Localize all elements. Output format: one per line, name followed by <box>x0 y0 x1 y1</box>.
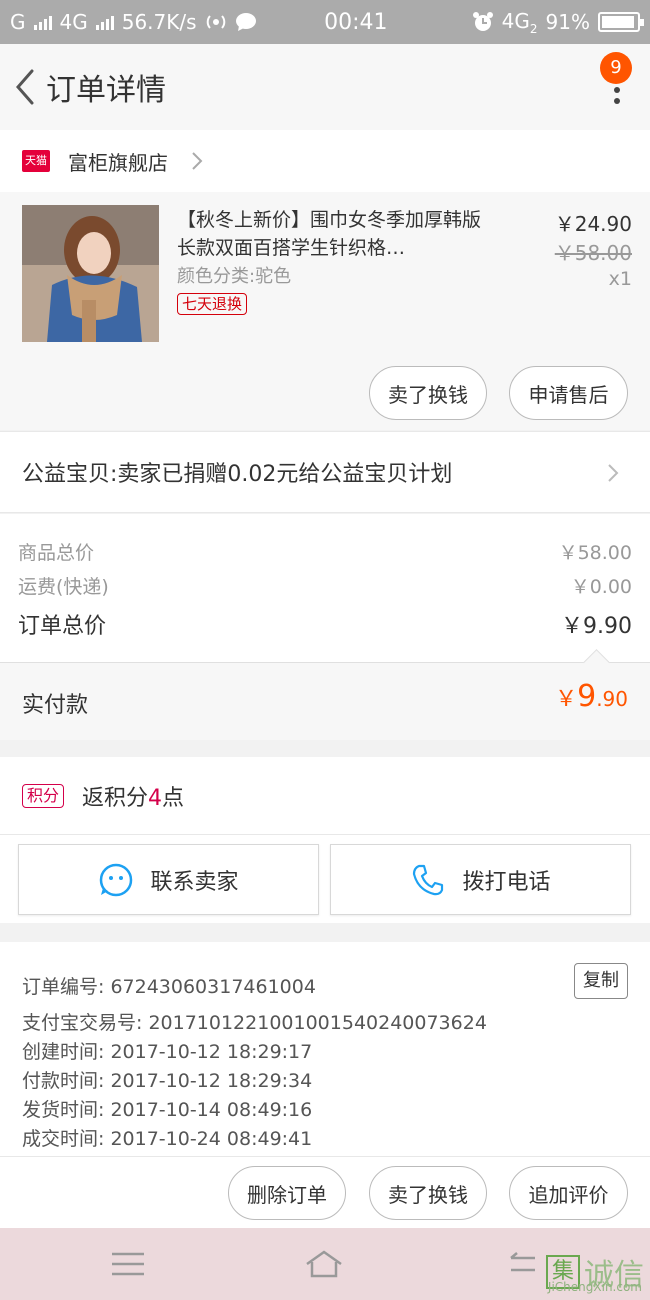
product-title[interactable]: 【秋冬上新价】围巾女冬季加厚韩版长款双面百搭学生针织格… <box>177 206 497 262</box>
chat-face-icon <box>100 863 133 896</box>
call-phone-label: 拨打电话 <box>462 869 551 895</box>
tmall-logo: 天猫 <box>22 150 50 172</box>
order-total-label: 订单总价 <box>18 614 107 639</box>
goods-total-row: 商品总价 ￥58.00 <box>18 538 632 565</box>
call-phone-button[interactable]: 拨打电话 <box>330 844 631 915</box>
shipping-row: 运费(快递) ￥0.00 <box>18 572 632 599</box>
price-summary: 商品总价 ￥58.00 运费(快递) ￥0.00 订单总价 ￥9.90 <box>0 514 650 662</box>
order-total-row: 订单总价 ￥9.90 <box>18 608 632 640</box>
item-price: ￥24.90 <box>554 212 632 236</box>
chevron-left-icon <box>16 69 34 105</box>
status-bar: G 4G 56.7K/s 00:41 4G2 91% <box>0 0 650 44</box>
network-type-label: 4G <box>501 8 530 33</box>
contact-seller-label: 联系卖家 <box>150 869 239 895</box>
sell-for-cash-button[interactable]: 卖了换钱 <box>369 366 487 420</box>
page-title: 订单详情 <box>46 73 166 108</box>
battery-icon <box>598 12 644 32</box>
charity-row[interactable]: 公益宝贝:卖家已捐赠0.02元给公益宝贝计划 <box>0 431 650 513</box>
created-time: 创建时间: 2017-10-12 18:29:17 <box>22 1041 313 1063</box>
product-sku: 颜色分类:驼色 <box>177 266 292 287</box>
alipay-trade-number: 支付宝交易号: 2017101221001001540240073624 <box>22 1012 487 1034</box>
amount-integer: 9 <box>577 679 597 714</box>
points-prefix: 返积分 <box>82 785 149 811</box>
alarm-icon <box>472 12 493 31</box>
shipping-value: ￥0.00 <box>570 576 632 598</box>
network-type: 4G2 <box>502 9 538 36</box>
currency-symbol: ￥ <box>555 687 578 712</box>
points-tag: 积分 <box>22 783 65 808</box>
system-nav-bar: 集 诚信 JiChengXin.com <box>0 1228 650 1300</box>
signal-icon-2 <box>95 14 114 30</box>
sell-for-cash-button-bottom[interactable]: 卖了换钱 <box>369 1166 487 1220</box>
completed-time: 成交时间: 2017-10-24 08:49:41 <box>22 1128 313 1150</box>
add-review-button[interactable]: 追加评价 <box>509 1166 628 1220</box>
dot <box>614 98 620 104</box>
contact-bar: 联系卖家 拨打电话 <box>0 835 650 923</box>
hotspot-icon <box>206 15 225 29</box>
actual-payment-label: 实付款 <box>22 693 89 718</box>
dot <box>614 87 620 93</box>
paid-time: 付款时间: 2017-10-12 18:29:34 <box>22 1070 313 1092</box>
battery-percent: 91% <box>545 10 590 34</box>
seven-day-return-tag: 七天退换 <box>177 293 248 315</box>
network-label: 4G <box>59 10 88 34</box>
points-number: 4 <box>148 785 163 811</box>
sim-slot-label: 2 <box>529 21 538 36</box>
product-image[interactable] <box>22 205 159 342</box>
chevron-right-icon <box>192 152 203 170</box>
item-quantity: x1 <box>608 268 632 290</box>
points-suffix: 点 <box>162 785 185 811</box>
order-item[interactable]: 【秋冬上新价】围巾女冬季加厚韩版长款双面百搭学生针织格… 颜色分类:驼色 七天退… <box>0 192 650 430</box>
order-total-value: ￥9.90 <box>561 614 632 639</box>
phone-icon <box>413 864 444 895</box>
after-sale-button[interactable]: 申请售后 <box>509 366 628 420</box>
back-button[interactable] <box>2 44 46 130</box>
menu-icon[interactable] <box>108 1248 148 1280</box>
carrier-label: G <box>10 10 26 34</box>
order-info: 订单编号: 67243060317461004 复制 支付宝交易号: 20171… <box>0 942 650 1156</box>
actual-payment-row: 实付款 ￥9.90 <box>0 662 650 740</box>
shipping-label: 运费(快递) <box>18 576 109 598</box>
shipped-time: 发货时间: 2017-10-14 08:49:16 <box>22 1099 313 1121</box>
clock: 00:41 <box>324 9 388 35</box>
contact-seller-button[interactable]: 联系卖家 <box>18 844 319 915</box>
delete-order-button[interactable]: 删除订单 <box>228 1166 346 1220</box>
network-speed: 56.7K/s <box>121 10 197 34</box>
points-text: 返积分4点 <box>82 780 184 812</box>
product-photo <box>22 205 159 342</box>
goods-total-label: 商品总价 <box>18 542 95 564</box>
goods-total-value: ￥58.00 <box>558 542 632 564</box>
signal-icon <box>33 14 52 30</box>
actual-payment-value: ￥9.90 <box>555 679 628 714</box>
copy-button[interactable]: 复制 <box>574 963 628 999</box>
chevron-right-icon <box>608 464 619 482</box>
home-icon[interactable] <box>304 1248 344 1280</box>
bottom-actions: 删除订单 卖了换钱 追加评价 <box>0 1156 650 1228</box>
points-row: 积分 返积分4点 <box>0 757 650 835</box>
nav-header: 订单详情 9 <box>0 44 650 130</box>
watermark-url: JiChengXin.com <box>547 1280 642 1294</box>
charity-text: 公益宝贝:卖家已捐赠0.02元给公益宝贝计划 <box>22 462 453 487</box>
shop-row[interactable]: 天猫 富柜旗舰店 <box>0 130 650 192</box>
notification-badge: 9 <box>600 52 632 84</box>
back-nav-icon[interactable] <box>505 1248 545 1280</box>
shop-name: 富柜旗舰店 <box>68 150 168 175</box>
item-original-price: ￥58.00 <box>554 241 632 265</box>
order-number: 订单编号: 67243060317461004 <box>22 976 316 998</box>
amount-decimal: .90 <box>596 687 628 711</box>
